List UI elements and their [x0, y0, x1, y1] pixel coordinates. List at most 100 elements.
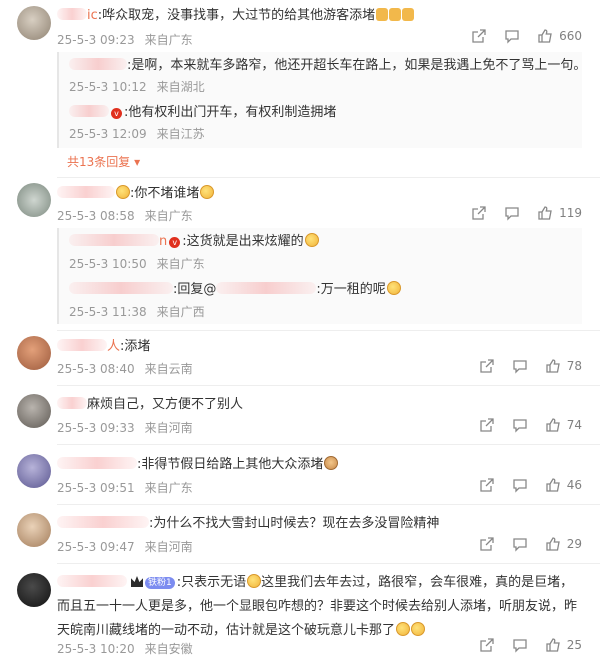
like-button[interactable]: 46 [545, 477, 582, 493]
crown-icon [131, 576, 143, 587]
comment-meta: 25-5-3 08:40 来自云南 [57, 362, 193, 376]
like-count: 74 [566, 418, 582, 432]
share-icon [480, 638, 494, 652]
divider [57, 563, 600, 564]
share-button[interactable] [479, 536, 495, 552]
reply-button[interactable] [504, 28, 520, 44]
reply-button[interactable] [512, 477, 528, 493]
mention-link[interactable] [216, 282, 317, 297]
comment-text: :为什么不找大雪封山时候去？现在去多没冒险精神 [57, 515, 439, 533]
thumbs-down-icon [376, 8, 389, 21]
comment-meta: 25-5-3 09:23 来自广东 [57, 31, 193, 48]
comment-date: 25-5-3 09:23 [57, 33, 135, 47]
like-button[interactable]: 74 [545, 417, 582, 433]
share-icon [472, 29, 486, 43]
verified-badge-icon: v [111, 108, 122, 119]
reply-button[interactable] [504, 205, 520, 221]
avatar[interactable] [17, 394, 51, 428]
reply-button[interactable] [512, 358, 528, 374]
comment-meta: 25-5-3 09:47 来自河南 [57, 540, 193, 554]
username[interactable] [57, 457, 137, 472]
like-count: 46 [566, 478, 582, 492]
thumbs-down-icon [389, 8, 402, 21]
username[interactable] [69, 58, 127, 73]
username[interactable] [69, 282, 173, 297]
like-button[interactable]: 660 [537, 28, 582, 44]
share-icon [472, 206, 486, 220]
comment-actions: 660 [454, 28, 582, 44]
like-count: 29 [566, 537, 582, 551]
thumbs-down-icon [402, 8, 415, 21]
more-replies-link[interactable]: 共13条回复 ▾ [67, 153, 140, 170]
divider [57, 177, 600, 178]
comment-icon [513, 639, 527, 653]
reply-button[interactable] [512, 536, 528, 552]
comment-text: 人:添堵 [57, 338, 150, 356]
like-button[interactable]: 29 [545, 536, 582, 552]
username[interactable] [57, 575, 127, 590]
username[interactable] [57, 186, 115, 201]
like-button[interactable]: 119 [537, 205, 582, 221]
share-icon [480, 537, 494, 551]
username[interactable] [69, 105, 109, 120]
avatar[interactable] [17, 513, 51, 547]
username[interactable]: n [69, 234, 167, 249]
divider [57, 330, 600, 331]
comment-actions: 119 [454, 205, 582, 221]
avatar[interactable] [17, 183, 51, 217]
reply-button[interactable] [512, 417, 528, 433]
emoji-icon [386, 281, 401, 295]
fan-badge: 铁粉1 [145, 577, 175, 589]
avatar[interactable] [17, 336, 51, 370]
comment-icon [513, 538, 527, 552]
divider [57, 444, 600, 445]
reply-list: n v:这货就是出来炫耀的 25-5-3 10:50 来自广东 :回复@:万一租的呢… [57, 228, 582, 324]
avatar[interactable] [17, 573, 51, 607]
comment-icon [505, 30, 519, 44]
reply-text: v:他有权利出门开车，有权利制造拥堵 [69, 104, 336, 122]
thumbs-up-icon [546, 638, 560, 652]
reply-meta: 25-5-3 11:38 来自广西 [69, 305, 205, 319]
comment-text: :你不堵谁堵 [57, 185, 215, 203]
comment-text: :非得节假日给路上其他大众添堵 [57, 456, 339, 474]
like-button[interactable]: 25 [545, 637, 582, 653]
username[interactable]: 人 [57, 339, 120, 354]
avatar[interactable] [17, 6, 51, 40]
like-count: 25 [566, 638, 582, 652]
avatar[interactable] [17, 454, 51, 488]
dog-emoji-icon [324, 456, 339, 470]
thumbs-up-icon [546, 478, 560, 492]
comment-meta: 25-5-3 09:33 来自河南 [57, 421, 193, 435]
like-count: 119 [559, 206, 582, 220]
share-button[interactable] [479, 477, 495, 493]
comment-actions: 25 [462, 637, 582, 653]
reply-list: :是啊，本来就车多路窄，他还开超长车在路上，如果是我遇上免不了骂上一句。 25-… [57, 52, 586, 148]
emoji-icon [200, 185, 215, 199]
comment-location: 来自广东 [144, 33, 193, 47]
username[interactable] [57, 516, 149, 531]
comment-meta: 25-5-3 09:51 来自广东 [57, 481, 193, 495]
username[interactable]: ic [57, 8, 98, 23]
share-button[interactable] [479, 637, 495, 653]
share-button[interactable] [471, 205, 487, 221]
comment-actions: 46 [462, 477, 582, 493]
comment-meta: 25-5-3 08:58 来自广东 [57, 209, 193, 223]
emoji-icon [116, 185, 130, 199]
comment-actions: 29 [462, 536, 582, 552]
share-button[interactable] [471, 28, 487, 44]
share-icon [480, 418, 494, 432]
reply-button[interactable] [512, 637, 528, 653]
thumbs-up-icon [546, 359, 560, 373]
username[interactable] [57, 397, 87, 412]
like-button[interactable]: 78 [545, 358, 582, 374]
share-icon [480, 478, 494, 492]
divider [57, 385, 600, 386]
share-button[interactable] [479, 358, 495, 374]
thumbs-up-icon [546, 418, 560, 432]
reply-meta: 25-5-3 12:09 来自江苏 [69, 127, 205, 141]
share-button[interactable] [479, 417, 495, 433]
reply-meta: 25-5-3 10:12 来自湖北 [69, 80, 205, 94]
comment-meta: 25-5-3 10:20 来自安徽 [57, 642, 193, 656]
comment-icon [513, 479, 527, 493]
thumbs-up-icon [546, 537, 560, 551]
